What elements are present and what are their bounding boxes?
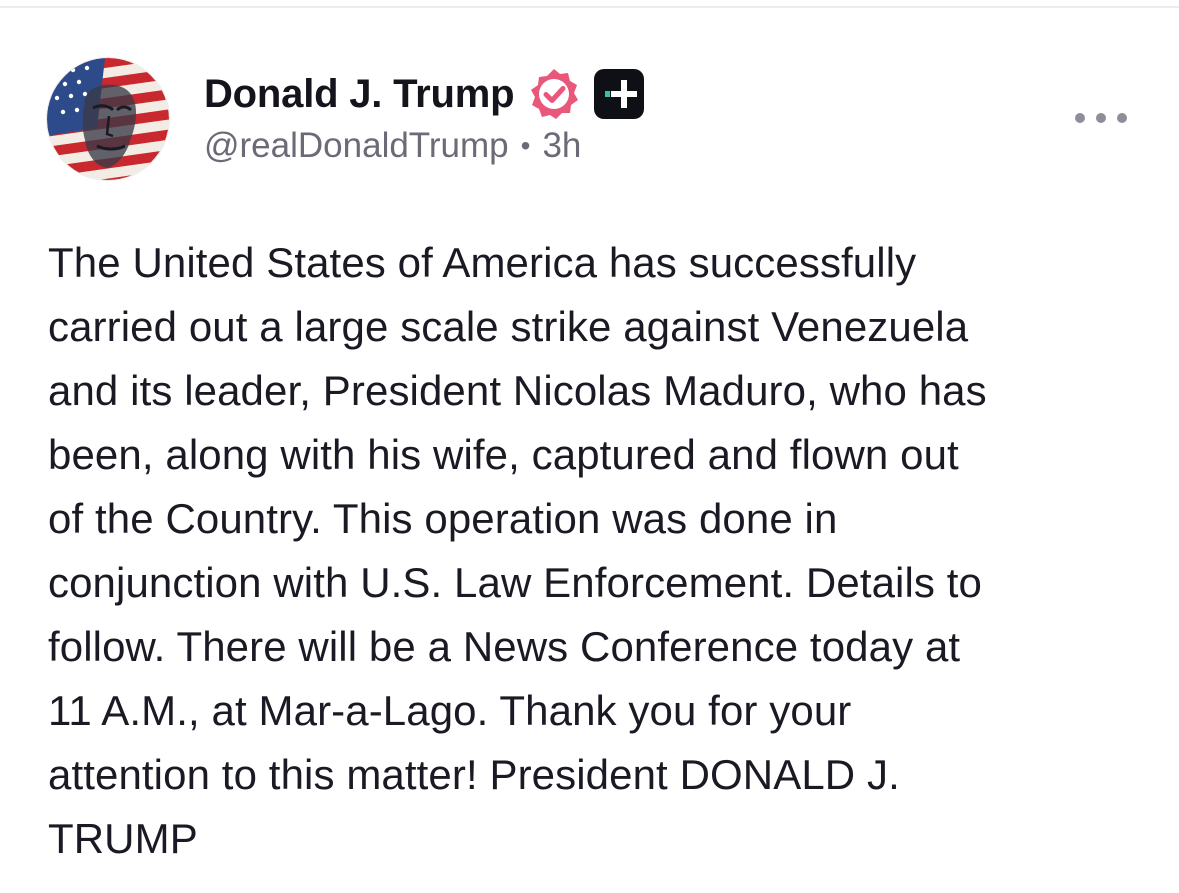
post-body-line: 11 A.M., at Mar-a-Lago. Thank you for yo… [48,687,852,734]
post-body-line: TRUMP [48,815,198,862]
name-row: Donald J. Trump [204,64,646,124]
avatar[interactable] [47,58,169,180]
more-options-icon[interactable] [1075,103,1127,133]
post-body-line: been, along with his wife, captured and … [48,431,959,478]
meta-row: @realDonaldTrump • 3h [204,126,646,166]
post-body-line: and its leader, President Nicolas Maduro… [48,367,987,414]
plus-badge-icon [592,67,646,121]
display-name[interactable]: Donald J. Trump [204,72,515,117]
timestamp[interactable]: 3h [542,126,581,166]
more-dot [1096,113,1106,123]
avatar-image [47,58,169,180]
meta-separator: • [520,130,531,161]
post-body-line: The United States of America has success… [48,239,917,286]
verified-badge-icon [526,66,582,122]
post-card: Donald J. Trump @realDonaldTrump • 3h Th… [0,0,1179,893]
more-dot [1117,113,1127,123]
post-body-line: follow. There will be a News Conference … [48,623,961,670]
post-body: The United States of America has success… [48,231,1148,871]
post-body-line: conjunction with U.S. Law Enforcement. D… [48,559,983,606]
more-dot [1075,113,1085,123]
post-header: Donald J. Trump @realDonaldTrump • 3h [204,64,646,184]
post-body-line: of the Country. This operation was done … [48,495,838,542]
handle[interactable]: @realDonaldTrump [204,126,509,166]
post-body-line: carried out a large scale strike against… [48,303,969,350]
post-body-line: attention to this matter! President DONA… [48,751,900,798]
